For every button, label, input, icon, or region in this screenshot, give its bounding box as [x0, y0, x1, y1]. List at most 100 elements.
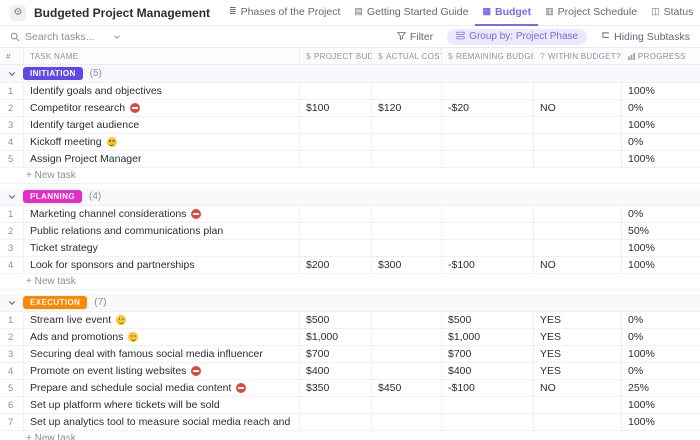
chevron-down-icon[interactable] [8, 70, 16, 78]
project-budget-cell[interactable]: $700 [300, 346, 372, 362]
actual-cost-cell[interactable] [372, 363, 442, 379]
chevron-down-icon[interactable] [113, 33, 121, 41]
actual-cost-cell[interactable] [372, 223, 442, 239]
remaining-budget-cell[interactable]: $1,000 [442, 329, 534, 345]
table-row[interactable]: 2Competitor research$100$120-$20NO0% [0, 100, 700, 117]
group-header-execution[interactable]: Execution(7) [0, 294, 700, 312]
task-name-cell[interactable]: Assign Project Manager [24, 151, 300, 167]
progress-cell[interactable]: 100% [622, 397, 700, 413]
project-budget-cell[interactable] [300, 151, 372, 167]
project-budget-cell[interactable] [300, 223, 372, 239]
remaining-budget-cell[interactable] [442, 117, 534, 133]
remaining-budget-cell[interactable]: $700 [442, 346, 534, 362]
within-budget-cell[interactable] [534, 240, 622, 256]
within-budget-cell[interactable]: YES [534, 346, 622, 362]
within-budget-cell[interactable] [534, 151, 622, 167]
task-name-cell[interactable]: Ads and promotions [24, 329, 300, 345]
column-header-progress[interactable]: Progress [622, 48, 700, 64]
progress-cell[interactable]: 0% [622, 134, 700, 150]
task-name-cell[interactable]: Look for sponsors and partnerships [24, 257, 300, 273]
project-budget-cell[interactable] [300, 134, 372, 150]
new-task-button[interactable]: + New task [0, 274, 700, 290]
within-budget-cell[interactable] [534, 117, 622, 133]
table-row[interactable]: 1Identify goals and objectives100% [0, 83, 700, 100]
actual-cost-cell[interactable] [372, 206, 442, 222]
actual-cost-cell[interactable] [372, 83, 442, 99]
new-task-button[interactable]: + New task [0, 168, 700, 184]
group-status-badge[interactable]: Execution [23, 296, 87, 309]
table-row[interactable]: 5Prepare and schedule social media conte… [0, 380, 700, 397]
remaining-budget-cell[interactable] [442, 240, 534, 256]
tab-phases-of-the-project[interactable]: ≣Phases of the Project [222, 0, 347, 26]
progress-cell[interactable]: 0% [622, 100, 700, 116]
actual-cost-cell[interactable] [372, 134, 442, 150]
task-name-cell[interactable]: Identify goals and objectives [24, 83, 300, 99]
column-header-remaining-budget[interactable]: $Remaining Budget [442, 48, 534, 64]
group-header-initiation[interactable]: Initiation(5) [0, 65, 700, 83]
within-budget-cell[interactable] [534, 414, 622, 430]
actual-cost-cell[interactable]: $450 [372, 380, 442, 396]
table-row[interactable]: 6Set up platform where tickets will be s… [0, 397, 700, 414]
group-status-badge[interactable]: Planning [23, 190, 82, 203]
actual-cost-cell[interactable] [372, 397, 442, 413]
tab-status-of-activities[interactable]: ◫Status of Activities [644, 0, 696, 26]
table-row[interactable]: 3Securing deal with famous social media … [0, 346, 700, 363]
within-budget-cell[interactable]: YES [534, 363, 622, 379]
progress-cell[interactable]: 100% [622, 151, 700, 167]
remaining-budget-cell[interactable] [442, 223, 534, 239]
hiding-subtasks-button[interactable]: Hiding Subtasks [601, 31, 690, 43]
remaining-budget-cell[interactable]: -$100 [442, 257, 534, 273]
task-name-cell[interactable]: Marketing channel considerations [24, 206, 300, 222]
progress-cell[interactable]: 100% [622, 240, 700, 256]
progress-cell[interactable]: 100% [622, 346, 700, 362]
project-budget-cell[interactable] [300, 83, 372, 99]
task-name-cell[interactable]: Kickoff meeting [24, 134, 300, 150]
project-budget-cell[interactable]: $500 [300, 312, 372, 328]
project-budget-cell[interactable]: $200 [300, 257, 372, 273]
remaining-budget-cell[interactable] [442, 83, 534, 99]
task-name-cell[interactable]: Competitor research [24, 100, 300, 116]
group-by-button[interactable]: Group by: Project Phase [447, 29, 587, 45]
project-budget-cell[interactable]: $1,000 [300, 329, 372, 345]
within-budget-cell[interactable] [534, 223, 622, 239]
chevron-down-icon[interactable] [8, 193, 16, 201]
within-budget-cell[interactable] [534, 397, 622, 413]
actual-cost-cell[interactable] [372, 312, 442, 328]
within-budget-cell[interactable] [534, 83, 622, 99]
project-budget-cell[interactable] [300, 397, 372, 413]
actual-cost-cell[interactable] [372, 117, 442, 133]
remaining-budget-cell[interactable]: $400 [442, 363, 534, 379]
actual-cost-cell[interactable] [372, 240, 442, 256]
progress-cell[interactable]: 25% [622, 380, 700, 396]
task-name-cell[interactable]: Promote on event listing websites [24, 363, 300, 379]
project-budget-cell[interactable]: $350 [300, 380, 372, 396]
table-row[interactable]: 1Marketing channel considerations0% [0, 206, 700, 223]
project-budget-cell[interactable]: $100 [300, 100, 372, 116]
remaining-budget-cell[interactable] [442, 414, 534, 430]
column-header-actual-cost[interactable]: $Actual Cost [372, 48, 442, 64]
tab-project-schedule[interactable]: ▥Project Schedule [538, 0, 644, 26]
table-row[interactable]: 1Stream live event$500$500YES0% [0, 312, 700, 329]
project-budget-cell[interactable] [300, 240, 372, 256]
progress-cell[interactable]: 100% [622, 414, 700, 430]
progress-cell[interactable]: 0% [622, 329, 700, 345]
group-header-planning[interactable]: Planning(4) [0, 188, 700, 206]
task-name-cell[interactable]: Securing deal with famous social media i… [24, 346, 300, 362]
group-status-badge[interactable]: Initiation [23, 67, 83, 80]
filter-button[interactable]: Filter [397, 31, 433, 43]
remaining-budget-cell[interactable]: -$100 [442, 380, 534, 396]
within-budget-cell[interactable] [534, 134, 622, 150]
actual-cost-cell[interactable]: $300 [372, 257, 442, 273]
column-header-task-name[interactable]: Task Name [24, 48, 300, 64]
task-name-cell[interactable]: Identify target audience [24, 117, 300, 133]
within-budget-cell[interactable]: NO [534, 257, 622, 273]
progress-cell[interactable]: 0% [622, 363, 700, 379]
task-name-cell[interactable]: Public relations and communications plan [24, 223, 300, 239]
task-name-cell[interactable]: Set up analytics tool to measure social … [24, 414, 300, 430]
task-name-cell[interactable]: Ticket strategy [24, 240, 300, 256]
table-row[interactable]: 7Set up analytics tool to measure social… [0, 414, 700, 431]
table-row[interactable]: 4Kickoff meeting0% [0, 134, 700, 151]
tab-budget[interactable]: ▦Budget [475, 0, 538, 26]
table-row[interactable]: 3Ticket strategy100% [0, 240, 700, 257]
remaining-budget-cell[interactable] [442, 151, 534, 167]
